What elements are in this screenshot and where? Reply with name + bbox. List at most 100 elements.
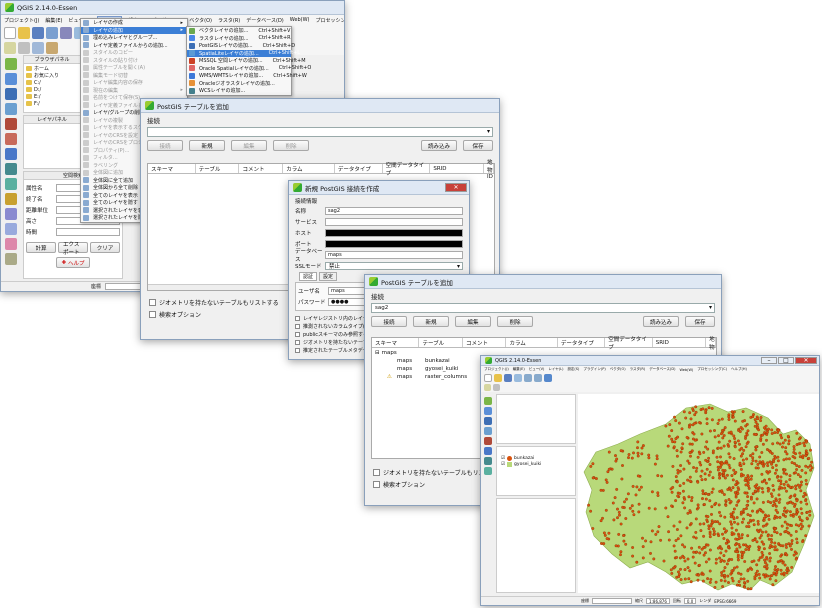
layer-visible-checkbox[interactable]: ☑	[501, 456, 505, 461]
collapse-icon[interactable]: ⊟	[375, 350, 380, 356]
add-wfs-layer-icon[interactable]	[484, 467, 492, 475]
connection-field-input[interactable]: maps	[325, 251, 463, 259]
menu-item[interactable]: プロセッシング(C)	[697, 367, 727, 372]
column-header[interactable]: コメント	[463, 338, 507, 347]
layer-menu-item[interactable]: レイヤ定義ファイルからの追加...	[81, 42, 187, 50]
load-button[interactable]: 読み込み	[421, 140, 457, 151]
menu-item[interactable]: プラグイン(P)	[583, 367, 605, 372]
add-wms-layer-icon[interactable]	[5, 148, 17, 160]
pan-map-icon[interactable]	[514, 374, 522, 382]
connection-field-input[interactable]	[325, 240, 463, 248]
add-layer-menu-item[interactable]: ラスタレイヤの追加... Ctrl+Shift+R	[187, 35, 291, 43]
layer-item[interactable]: ☑ gyosei_kuiki	[501, 461, 571, 467]
add-vector-layer-icon[interactable]	[484, 397, 492, 405]
layer-menu-item[interactable]: 埋め込みレイヤとグループ...	[81, 34, 187, 42]
menu-item[interactable]: プロジェクト(J)	[4, 17, 39, 24]
new-button[interactable]: 新規	[189, 140, 225, 151]
add-oracle-layer-icon[interactable]	[5, 133, 17, 145]
new-project-icon[interactable]	[4, 27, 16, 39]
menu-item[interactable]: ラスタ(R)	[630, 367, 646, 372]
add-mssql-layer-icon[interactable]	[484, 437, 492, 445]
search-action-button[interactable]: 計算	[26, 242, 56, 253]
new-spatialite-icon[interactable]	[5, 223, 17, 235]
connect-button-2[interactable]: 接続	[371, 316, 407, 327]
status-render-label[interactable]: レンダ	[699, 598, 711, 604]
menu-item[interactable]: ヘルプ(H)	[731, 367, 747, 372]
column-header[interactable]: カラム	[506, 338, 558, 347]
edit-pencil-icon[interactable]	[484, 384, 491, 391]
help-button[interactable]: ✚ ヘルプ	[56, 257, 90, 268]
menu-item[interactable]: Web(W)	[679, 368, 693, 372]
status-scale-field[interactable]: 1:86,876	[646, 598, 670, 604]
menu-item[interactable]: レイヤ(L)	[548, 367, 563, 372]
menu-item[interactable]: データベース(D)	[246, 17, 284, 24]
search-row-input[interactable]	[56, 228, 120, 236]
menu-item[interactable]: ベクタ(O)	[610, 367, 626, 372]
add-wcs-layer-icon[interactable]	[484, 457, 492, 465]
connection-combo[interactable]	[147, 127, 493, 137]
delete-button[interactable]: 削除	[273, 140, 309, 151]
column-header[interactable]: カラム	[283, 164, 335, 173]
add-postgis-layer-icon[interactable]	[5, 88, 17, 100]
tree-item[interactable]: お気に入り	[26, 72, 78, 79]
search-action-button[interactable]: エクスポート	[58, 242, 88, 256]
add-spatialite-layer-icon[interactable]	[5, 103, 17, 115]
menu-item[interactable]: ベクタ(O)	[189, 17, 212, 24]
menu-item[interactable]: プロジェクト(J)	[484, 367, 509, 372]
menu-item[interactable]: 設定(S)	[567, 367, 579, 372]
search-options-toggle-1[interactable]: 検索オプション	[149, 310, 279, 319]
column-header[interactable]: データタイプ	[558, 338, 606, 347]
tree-item[interactable]: F:/	[26, 100, 78, 107]
add-wcs-layer-icon[interactable]	[5, 163, 17, 175]
column-header[interactable]: スキーマ	[372, 338, 420, 347]
minimize-icon[interactable]: –	[761, 357, 777, 364]
status-coord-field[interactable]	[592, 598, 632, 604]
connect-button[interactable]: 接続	[147, 140, 183, 151]
column-header[interactable]: SRID	[653, 338, 707, 347]
tree-item[interactable]: E:/	[26, 93, 78, 100]
menu-item[interactable]: ビュー(V)	[529, 367, 545, 372]
add-csv-layer-icon[interactable]	[5, 193, 17, 205]
connection-field-input[interactable]: sag2	[325, 207, 463, 215]
edit-button[interactable]: 編集	[231, 140, 267, 151]
auth-tab[interactable]: 認証	[299, 272, 318, 281]
delete-button-2[interactable]: 削除	[497, 316, 533, 327]
map-canvas[interactable]	[578, 394, 819, 593]
add-postgis-layer-icon[interactable]	[484, 417, 492, 425]
add-spatialite-layer-icon[interactable]	[484, 427, 492, 435]
column-header[interactable]: 地物	[706, 337, 716, 351]
add-feature-icon[interactable]	[46, 42, 58, 54]
search-action-button[interactable]: クリア	[90, 242, 120, 253]
toggle-edit-icon[interactable]	[493, 384, 500, 391]
column-header[interactable]: 地物ID	[484, 160, 495, 180]
tree-item[interactable]: ホーム	[26, 65, 78, 72]
new-button-2[interactable]: 新規	[413, 316, 449, 327]
column-header[interactable]: テーブル	[419, 338, 463, 347]
column-header[interactable]: 空間データタイプ	[605, 337, 653, 351]
layer-menu-item[interactable]: レイヤの作成 ▸	[81, 19, 187, 27]
add-mssql-layer-icon[interactable]	[5, 118, 17, 130]
zoom-in-icon[interactable]	[524, 374, 532, 382]
menu-item[interactable]: ラスタ(R)	[218, 17, 240, 24]
new-shapefile-icon[interactable]	[5, 208, 17, 220]
load-button-2[interactable]: 読み込み	[643, 316, 679, 327]
add-layer-menu-item[interactable]: Oracleジオラスタレイヤの追加...	[187, 80, 291, 88]
edit-button-2[interactable]: 編集	[455, 316, 491, 327]
column-header[interactable]: スキーマ	[148, 164, 196, 173]
menu-item[interactable]: 編集(E)	[45, 17, 62, 24]
connection-field-input[interactable]	[325, 218, 463, 226]
column-header[interactable]: 空間データタイプ	[383, 163, 431, 177]
save-edits-icon[interactable]	[32, 42, 44, 54]
status-epsg[interactable]: EPSG:6669	[714, 599, 736, 604]
add-layer-menu-item[interactable]: PostGISレイヤの追加... Ctrl+Shift+D	[187, 42, 295, 50]
save-as-icon[interactable]	[46, 27, 58, 39]
menu-item[interactable]: 編集(E)	[513, 367, 525, 372]
add-wms-layer-icon[interactable]	[484, 447, 492, 455]
add-raster-layer-icon[interactable]	[5, 73, 17, 85]
layer-menu-item[interactable]: レイヤの追加 ▸	[81, 26, 187, 34]
add-layer-menu-item[interactable]: Oracle Spatialレイヤの追加... Ctrl+Shift+O	[187, 65, 311, 73]
column-header[interactable]: テーブル	[196, 164, 240, 173]
save-button[interactable]: 保存	[463, 140, 493, 151]
add-layer-menu-item[interactable]: WCSレイヤの追加...	[187, 87, 291, 95]
add-vector-layer-icon[interactable]	[5, 58, 17, 70]
